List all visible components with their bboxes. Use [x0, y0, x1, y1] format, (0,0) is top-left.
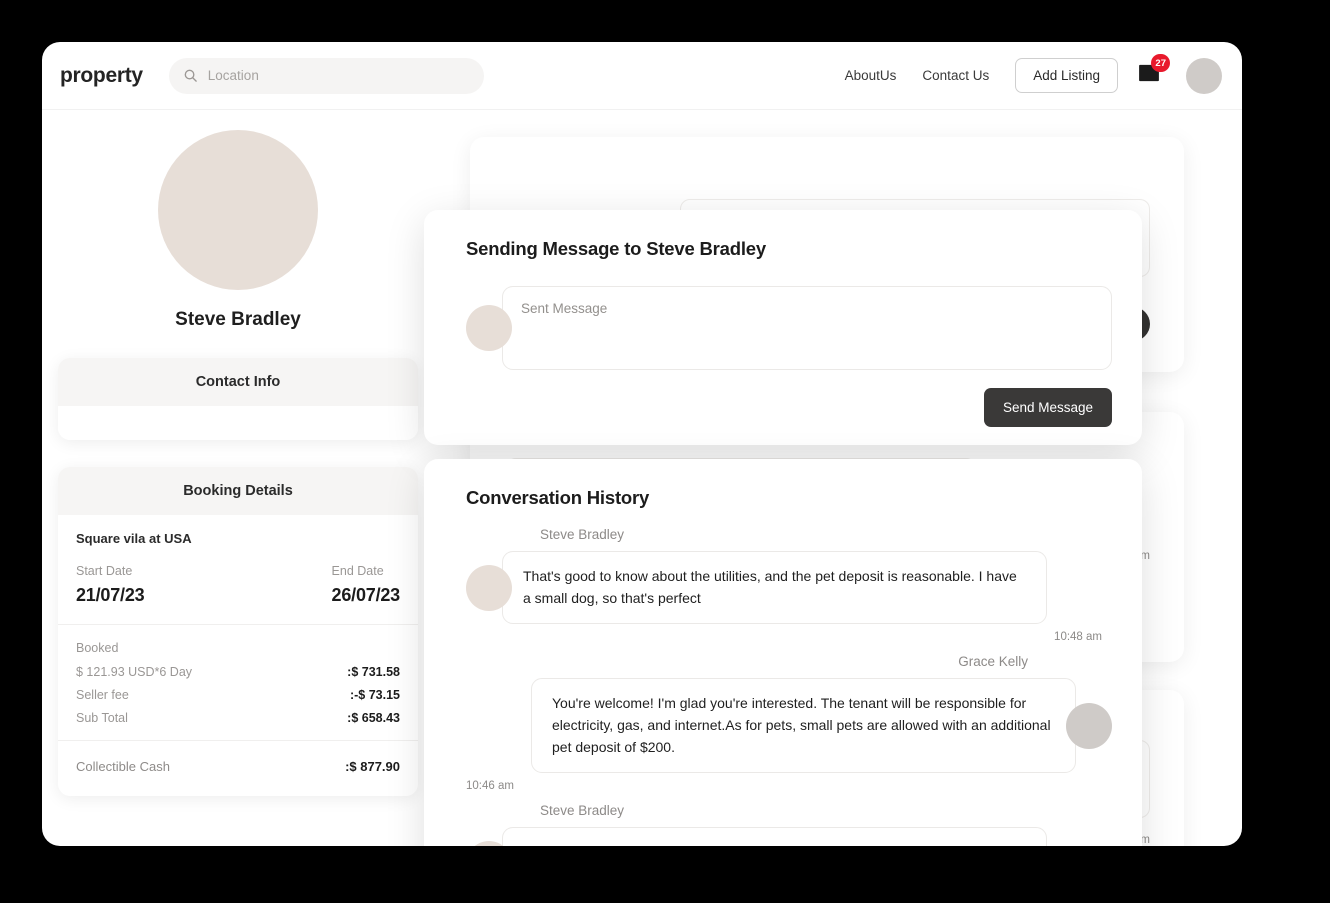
- booking-total-label: Collectible Cash: [76, 759, 170, 774]
- brand-logo[interactable]: property: [60, 64, 143, 88]
- message-bubble-row: You're welcome! I'm glad you're interest…: [466, 678, 1112, 774]
- send-row: Send Message: [466, 388, 1112, 427]
- sending-message-modal: Sending Message to Steve Bradley Send Me…: [424, 210, 1142, 445]
- message-text: I'm interested in moving forward with th…: [502, 827, 1047, 846]
- booking-row-value: :-$ 73.15: [349, 688, 400, 702]
- booking-start-date: Start Date 21/07/23: [76, 564, 145, 606]
- contact-info-body: [58, 406, 418, 440]
- booking-start-label: Start Date: [76, 564, 133, 578]
- booking-booked-label: Booked: [76, 641, 119, 655]
- send-message-button[interactable]: Send Message: [983, 388, 1112, 427]
- message-item: Grace Kelly You're welcome! I'm glad you…: [466, 654, 1112, 792]
- mail-button[interactable]: 27: [1138, 54, 1170, 87]
- booking-end-value: 26/07/23: [331, 585, 401, 605]
- message-time: 10:48 am: [1054, 631, 1102, 644]
- conversation-history-modal: Conversation History Steve Bradley That'…: [424, 459, 1142, 846]
- booking-row: Seller fee :-$ 73.15: [76, 688, 400, 702]
- booking-row: $ 121.93 USD*6 Day :$ 731.58: [76, 665, 400, 679]
- search-input[interactable]: [207, 68, 470, 83]
- contact-info-title: Contact Info: [58, 358, 418, 406]
- message-sender: Grace Kelly: [958, 654, 1028, 670]
- booking-total-row: Collectible Cash :$ 877.90: [58, 740, 418, 796]
- search-icon: [183, 68, 198, 83]
- screenshot-stage: property AboutUs Contact Us Add Listing: [0, 0, 1330, 903]
- message-bubble-row: I'm interested in moving forward with th…: [466, 827, 1112, 846]
- header-nav: AboutUs Contact Us Add Listing 27: [845, 54, 1222, 94]
- conversation-history-title: Conversation History: [466, 487, 650, 508]
- app-header: property AboutUs Contact Us Add Listing: [42, 42, 1242, 110]
- booking-row-key: Seller fee: [76, 688, 129, 702]
- booking-end-label: End Date: [331, 564, 384, 578]
- compose-row: [466, 286, 1112, 370]
- mail-badge-count: 27: [1151, 54, 1170, 72]
- message-sender: Steve Bradley: [540, 527, 625, 542]
- booking-breakdown: Booked $ 121.93 USD*6 Day :$ 731.58 Sell…: [58, 624, 418, 740]
- message-time: 10:46 am: [466, 780, 514, 793]
- sending-message-title: Sending Message to Steve Bradley: [466, 238, 766, 259]
- contact-info-panel: Contact Info: [58, 358, 418, 440]
- booking-row-key: Sub Total: [76, 711, 128, 725]
- booking-details-title: Booking Details: [58, 467, 418, 515]
- booking-details-panel: Booking Details Square vila at USA Start…: [58, 467, 418, 796]
- nav-link-contact-us[interactable]: Contact Us: [922, 68, 989, 83]
- sent-message-input[interactable]: [521, 301, 1093, 355]
- profile-column: Steve Bradley Contact Info Booking Detai…: [58, 130, 418, 796]
- booking-row: Sub Total :$ 658.43: [76, 711, 400, 725]
- message-bubble-row: That's good to know about the utilities,…: [466, 551, 1112, 625]
- booking-start-value: 21/07/23: [76, 585, 145, 605]
- booking-row-value: :$ 658.43: [347, 711, 400, 725]
- compose-box[interactable]: [502, 286, 1112, 370]
- compose-avatar: [466, 305, 512, 351]
- avatar[interactable]: [1186, 57, 1222, 94]
- booking-property-name: Square vila at USA: [76, 531, 192, 546]
- message-avatar: [1066, 702, 1112, 749]
- app-window: property AboutUs Contact Us Add Listing: [42, 42, 1242, 846]
- message-avatar: [466, 564, 512, 611]
- message-item: Steve Bradley That's good to know about …: [466, 527, 1112, 643]
- message-text: You're welcome! I'm glad you're interest…: [531, 678, 1076, 774]
- nav-link-about-us[interactable]: AboutUs: [845, 68, 897, 83]
- message-text: That's good to know about the utilities,…: [502, 551, 1047, 625]
- search-box[interactable]: [168, 57, 484, 94]
- message-sender: Steve Bradley: [540, 803, 625, 819]
- booking-date-row: Start Date 21/07/23 End Date 26/07/23: [76, 564, 400, 606]
- booking-row-value: :$ 731.58: [347, 665, 400, 679]
- profile-photo: [158, 130, 318, 290]
- booking-end-date: End Date 26/07/23: [331, 564, 401, 606]
- booking-row-key: $ 121.93 USD*6 Day: [76, 665, 193, 679]
- message-item: Steve Bradley I'm interested in moving f…: [466, 803, 1112, 846]
- profile-name: Steve Bradley: [175, 309, 301, 330]
- booking-top: Square vila at USA Start Date 21/07/23 E…: [58, 515, 418, 624]
- add-listing-button[interactable]: Add Listing: [1015, 58, 1118, 93]
- booking-total-value: :$ 877.90: [345, 759, 400, 774]
